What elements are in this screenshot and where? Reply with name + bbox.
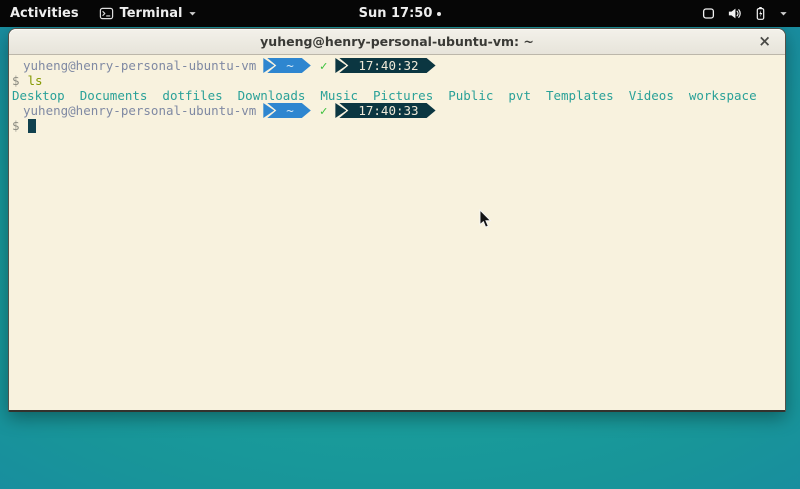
terminal-app-icon [99,6,114,21]
command-line-1: $ ls [12,73,782,88]
top-bar: Activities Terminal Sun 17:50 [0,0,800,27]
terminal-app-menu[interactable]: Terminal [89,0,208,27]
directory-name: Pictures [373,88,433,103]
prompt-line-1: yuheng@henry-personal-ubuntu-vm ~ ✓ 17:4… [12,58,782,73]
status-check-icon: ✓ [320,103,328,118]
directory-name: pvt [508,88,531,103]
terminal-window: yuheng@henry-personal-ubuntu-vm: ~ × yuh… [8,28,786,412]
prompt-symbol: $ [12,73,20,88]
directory-name: Public [448,88,493,103]
screen-icon [701,6,716,21]
prompt-time-segment: 17:40:32 [339,58,435,73]
command-line-2: $ [12,118,782,133]
directory-name: Music [320,88,358,103]
prompt-host: yuheng@henry-personal-ubuntu-vm [12,58,256,73]
directory-name: Documents [80,88,148,103]
directory-name: Templates [546,88,614,103]
prompt-symbol: $ [12,118,20,133]
prompt-time-segment: 17:40:33 [339,103,435,118]
titlebar[interactable]: yuheng@henry-personal-ubuntu-vm: ~ × [9,29,785,55]
directory-name: Downloads [238,88,306,103]
window-title: yuheng@henry-personal-ubuntu-vm: ~ [260,34,534,49]
prompt-host: yuheng@henry-personal-ubuntu-vm [12,103,256,118]
terminal-content[interactable]: yuheng@henry-personal-ubuntu-vm ~ ✓ 17:4… [9,55,785,411]
battery-charging-icon [753,6,768,21]
directory-name: workspace [689,88,757,103]
ls-output-line: Desktop Documents dotfiles Downloads Mus… [12,88,782,103]
notification-dot [437,12,441,16]
terminal-app-menu-label: Terminal [120,6,183,21]
activities-button[interactable]: Activities [0,0,89,27]
chevron-down-icon [779,9,788,18]
chevron-down-icon [188,9,197,18]
text-cursor [28,119,36,133]
directory-name: dotfiles [162,88,222,103]
close-button[interactable]: × [758,29,771,54]
status-check-icon: ✓ [320,58,328,73]
clock-label: Sun 17:50 [359,6,433,21]
clock-button[interactable]: Sun 17:50 [351,0,450,27]
volume-icon [727,6,742,21]
prompt-line-2: yuheng@henry-personal-ubuntu-vm ~ ✓ 17:4… [12,103,782,118]
directory-name: Desktop [12,88,65,103]
typed-command: ls [28,73,43,88]
directory-name: Videos [629,88,674,103]
system-status-menu[interactable] [689,0,800,27]
